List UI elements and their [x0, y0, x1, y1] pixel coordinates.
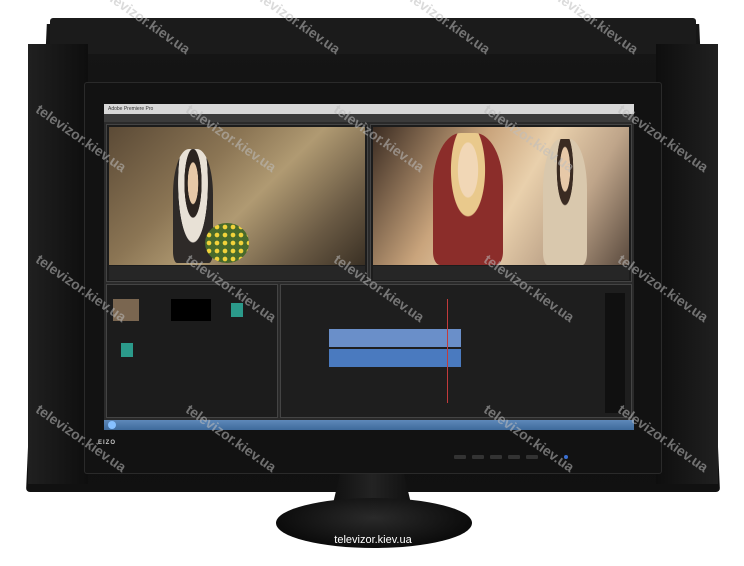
- playhead[interactable]: [447, 299, 448, 403]
- brand-logo: EIZO: [98, 440, 117, 446]
- monitor-button[interactable]: [454, 455, 466, 459]
- source-monitor-image: [109, 127, 365, 265]
- caption-text: televizor.kiev.ua: [334, 534, 412, 546]
- flower-bouquet: [205, 223, 249, 263]
- video-clip[interactable]: [329, 329, 461, 347]
- audio-meters: [605, 293, 625, 413]
- project-panel: [106, 284, 278, 418]
- windows-taskbar: [104, 420, 634, 430]
- monitor-button[interactable]: [508, 455, 520, 459]
- monitor-button[interactable]: [472, 455, 484, 459]
- audio-clip[interactable]: [329, 349, 461, 367]
- monitor-hood-right: [656, 44, 718, 484]
- program-monitor-image: [373, 127, 629, 265]
- program-monitor-panel: [370, 124, 632, 282]
- sequence-icon[interactable]: [121, 343, 133, 357]
- monitor-button[interactable]: [526, 455, 538, 459]
- person-figure: [433, 133, 503, 265]
- window-title: Adobe Premiere Pro: [108, 106, 154, 112]
- start-button-icon[interactable]: [108, 421, 116, 429]
- power-led: [564, 455, 568, 459]
- person-figure: [543, 139, 587, 265]
- sequence-icon[interactable]: [231, 303, 243, 317]
- window-titlebar: Adobe Premiere Pro: [104, 104, 634, 114]
- source-monitor-panel: [106, 124, 368, 282]
- source-monitor-controls[interactable]: [109, 266, 365, 280]
- program-monitor-controls[interactable]: [373, 266, 629, 280]
- menu-bar: [104, 114, 634, 122]
- monitor-hood-left: [28, 44, 88, 484]
- timeline-panel: [280, 284, 632, 418]
- monitor-front-buttons: [454, 455, 564, 461]
- monitor-button[interactable]: [490, 455, 502, 459]
- clip-thumbnail[interactable]: [171, 299, 211, 321]
- monitor-hood-top: [50, 18, 696, 54]
- clip-thumbnail[interactable]: [113, 299, 139, 321]
- monitor-screen: Adobe Premiere Pro: [104, 104, 634, 430]
